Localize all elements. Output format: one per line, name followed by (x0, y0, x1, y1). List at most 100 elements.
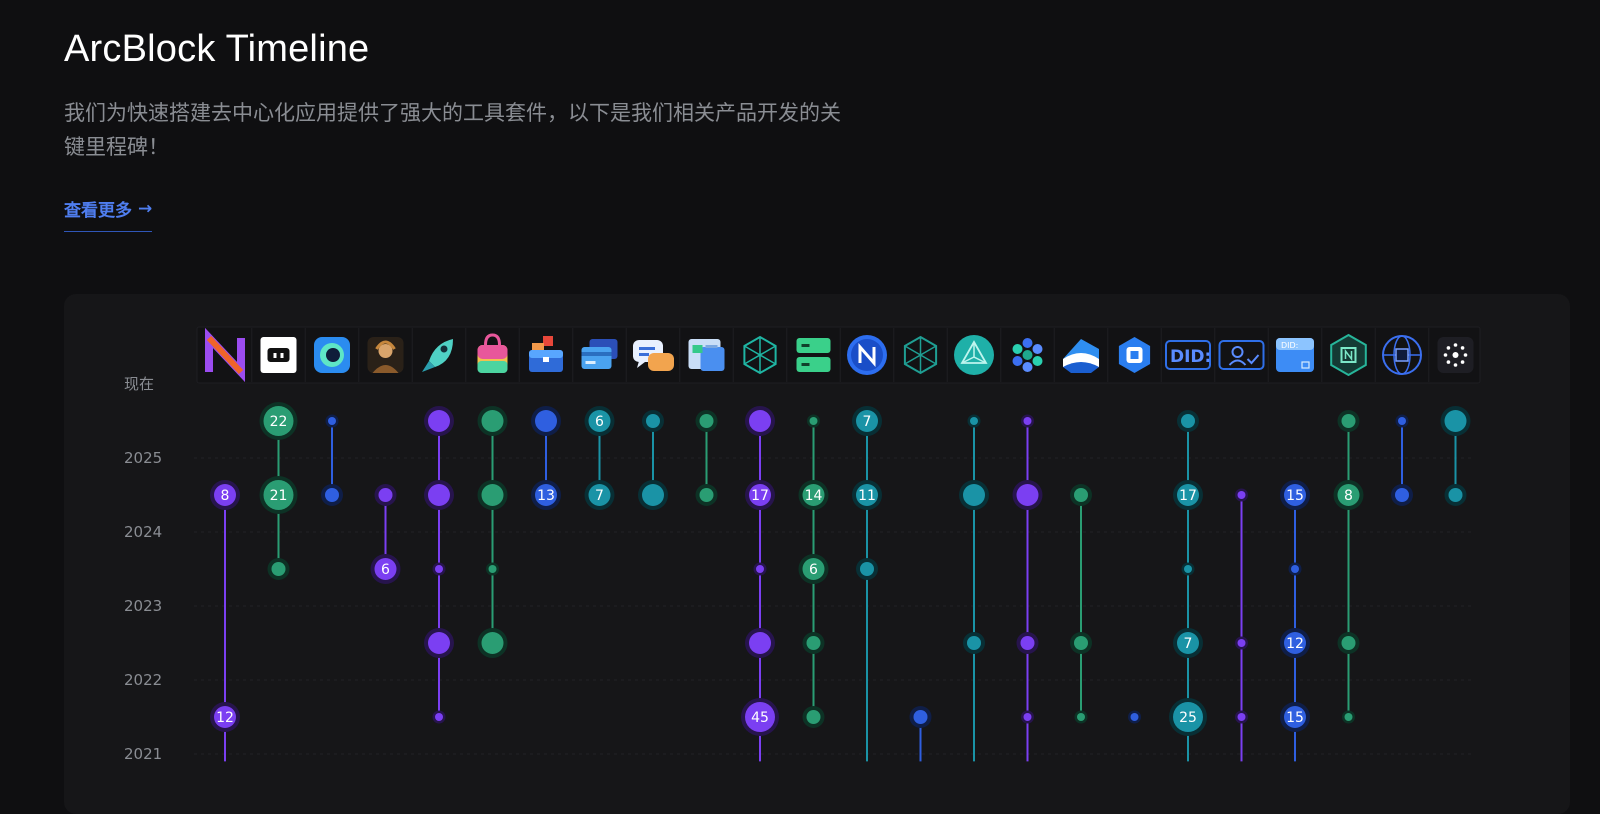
milestone-node[interactable]: 45 (741, 698, 779, 736)
milestone-node[interactable]: 6 (798, 554, 829, 584)
node-dot (913, 710, 928, 724)
milestone-node[interactable] (959, 480, 989, 510)
node-count-label: 25 (1179, 710, 1197, 726)
milestone-node[interactable] (1181, 562, 1195, 576)
node-dot (699, 414, 714, 428)
milestone-node[interactable]: 21 (259, 476, 298, 514)
milestone-node[interactable] (967, 414, 981, 428)
milestone-node[interactable] (1444, 484, 1467, 506)
milestone-node[interactable] (374, 484, 397, 506)
milestone-node[interactable]: 22 (259, 402, 298, 440)
milestone-node[interactable]: 17 (745, 480, 775, 510)
milestone-node[interactable] (745, 628, 775, 658)
milestone-node[interactable] (1021, 414, 1034, 428)
milestone-node[interactable]: 7 (1173, 628, 1203, 658)
milestone-node[interactable] (1012, 480, 1043, 510)
milestone-node[interactable] (1070, 632, 1092, 654)
milestone-node[interactable] (1074, 710, 1088, 724)
milestone-node[interactable] (1016, 632, 1039, 654)
milestone-node[interactable] (267, 558, 290, 580)
milestone-node[interactable] (432, 710, 446, 724)
milestone-node[interactable]: 17 (1173, 480, 1203, 510)
milestone-node[interactable] (753, 562, 767, 576)
milestone-node[interactable]: 6 (370, 554, 401, 584)
milestone-node[interactable] (1235, 488, 1248, 502)
milestone-node[interactable] (1070, 484, 1092, 506)
milestone-node[interactable] (1177, 410, 1199, 432)
node-count-label: 17 (751, 488, 769, 504)
milestone-node[interactable] (424, 480, 454, 510)
milestone-node[interactable] (477, 628, 508, 658)
milestone-node[interactable]: 7 (852, 406, 882, 436)
node-count-label: 7 (1184, 636, 1193, 652)
milestone-node[interactable] (856, 558, 878, 580)
milestone-node[interactable] (424, 628, 454, 658)
milestone-node[interactable] (807, 414, 820, 428)
node-dot (806, 636, 821, 650)
milestone-node[interactable] (1128, 710, 1141, 724)
milestone-node[interactable]: 6 (584, 406, 615, 436)
milestone-node[interactable] (1337, 632, 1360, 654)
milestone-node[interactable] (1337, 410, 1360, 432)
node-dot (756, 565, 764, 573)
milestone-node[interactable] (477, 406, 508, 436)
milestone-node[interactable] (1235, 636, 1248, 650)
node-count-label: 14 (805, 488, 823, 504)
milestone-node[interactable]: 8 (1333, 480, 1364, 510)
milestone-node[interactable] (1235, 710, 1248, 724)
milestone-node[interactable]: 12 (1280, 628, 1310, 658)
node-dot (699, 488, 714, 502)
svg-text:DID:: DID: (1281, 341, 1298, 350)
node-count-label: 12 (216, 710, 234, 726)
milestone-node[interactable] (1021, 710, 1034, 724)
milestone-node[interactable] (909, 706, 932, 728)
milestone-node[interactable]: 14 (798, 480, 829, 510)
milestone-node[interactable]: 11 (852, 480, 882, 510)
node-dot (1291, 565, 1299, 573)
milestone-node[interactable] (802, 632, 825, 654)
node-dot (271, 562, 286, 576)
dots-star-icon[interactable] (1437, 337, 1474, 373)
milestone-node[interactable] (321, 484, 343, 506)
milestone-node[interactable]: 12 (210, 702, 240, 732)
circle-app-icon[interactable] (314, 337, 350, 373)
milestone-node[interactable] (1342, 710, 1355, 724)
avatar-portrait-icon[interactable] (367, 337, 404, 373)
milestone-node[interactable] (745, 406, 775, 436)
node-dot (428, 632, 450, 654)
milestone-node[interactable] (486, 562, 499, 576)
milestone-node[interactable] (1440, 406, 1471, 436)
node-dot (1344, 713, 1353, 721)
node-dot (378, 488, 393, 502)
milestone-node[interactable] (695, 484, 718, 506)
milestone-node[interactable] (1391, 484, 1413, 506)
milestone-node[interactable] (432, 562, 446, 576)
milestone-node[interactable] (424, 406, 454, 436)
milestone-node[interactable]: 8 (210, 480, 240, 510)
milestone-node[interactable] (638, 480, 668, 510)
milestone-node[interactable] (1288, 562, 1302, 576)
crystal-icon[interactable] (954, 335, 994, 375)
hex-n-icon[interactable] (1330, 333, 1367, 377)
milestone-node[interactable]: 15 (1280, 702, 1310, 732)
node-dot (428, 410, 450, 432)
y-tick-label: 现在 (124, 375, 154, 393)
milestone-node[interactable] (642, 410, 664, 432)
milestone-node[interactable] (1395, 414, 1409, 428)
milestone-node[interactable]: 7 (584, 480, 615, 510)
did-card-icon[interactable]: DID: (1276, 338, 1314, 372)
document-card-icon[interactable] (688, 339, 725, 371)
see-more-link[interactable]: 查看更多 → (64, 196, 153, 232)
milestone-node[interactable] (325, 414, 339, 428)
milestone-node[interactable] (963, 632, 985, 654)
milestone-node[interactable] (802, 706, 825, 728)
milestone-node[interactable] (531, 406, 561, 436)
n-circle-icon[interactable] (847, 335, 887, 375)
milestone-node[interactable] (477, 480, 508, 510)
milestone-node[interactable]: 25 (1169, 698, 1207, 736)
server-box-icon[interactable] (260, 337, 297, 373)
milestone-node[interactable] (695, 410, 718, 432)
node-count-label: 13 (537, 488, 555, 504)
milestone-node[interactable]: 13 (531, 480, 561, 510)
milestone-node[interactable]: 15 (1280, 480, 1310, 510)
